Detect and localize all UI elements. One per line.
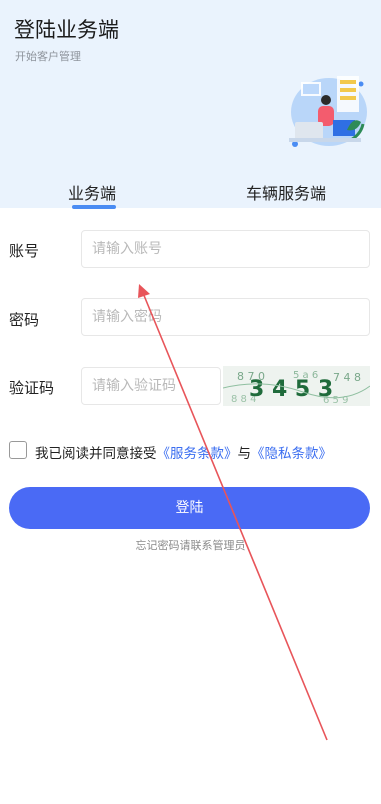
privacy-terms-link[interactable]: 《隐私条款》 <box>251 446 332 462</box>
agreement-prefix: 我已阅读并同意接受 <box>35 446 157 462</box>
tab-business[interactable]: 业务端 <box>68 180 116 204</box>
password-input[interactable] <box>81 298 370 336</box>
captcha-input[interactable] <box>81 367 221 405</box>
captcha-label: 验证码 <box>9 379 55 397</box>
password-label: 密码 <box>9 311 40 329</box>
agreement-checkbox[interactable] <box>9 441 27 459</box>
captcha-graphic: 8 7 0 5 a 6 7 4 8 8 8 4 6 5 9 3 4 5 3 <box>223 370 370 406</box>
forgot-password-note: 忘记密码请联系管理员 <box>135 539 246 552</box>
service-terms-link[interactable]: 《服务条款》 <box>157 446 238 462</box>
agreement-text: 我已阅读并同意接受《服务条款》与《隐私条款》 <box>35 442 332 462</box>
account-input[interactable] <box>81 230 370 268</box>
captcha-image[interactable]: 8 7 0 5 a 6 7 4 8 8 8 4 6 5 9 3 4 5 3 <box>223 366 370 406</box>
customer-service-illustration <box>289 76 367 147</box>
header: 登陆业务端 开始客户管理 业务端 车辆服务端 <box>0 0 381 209</box>
tab-vehicle-service[interactable]: 车辆服务端 <box>246 180 326 204</box>
page-subtitle: 开始客户管理 <box>15 50 81 63</box>
svg-text:7 4 8: 7 4 8 <box>333 371 361 384</box>
page-title: 登陆业务端 <box>14 18 119 42</box>
agreement-connector: 与 <box>237 446 252 462</box>
account-label: 账号 <box>9 242 40 260</box>
active-tab-indicator <box>72 205 116 209</box>
captcha-text: 3 4 5 3 <box>249 377 333 402</box>
login-button[interactable]: 登陆 <box>9 487 370 529</box>
